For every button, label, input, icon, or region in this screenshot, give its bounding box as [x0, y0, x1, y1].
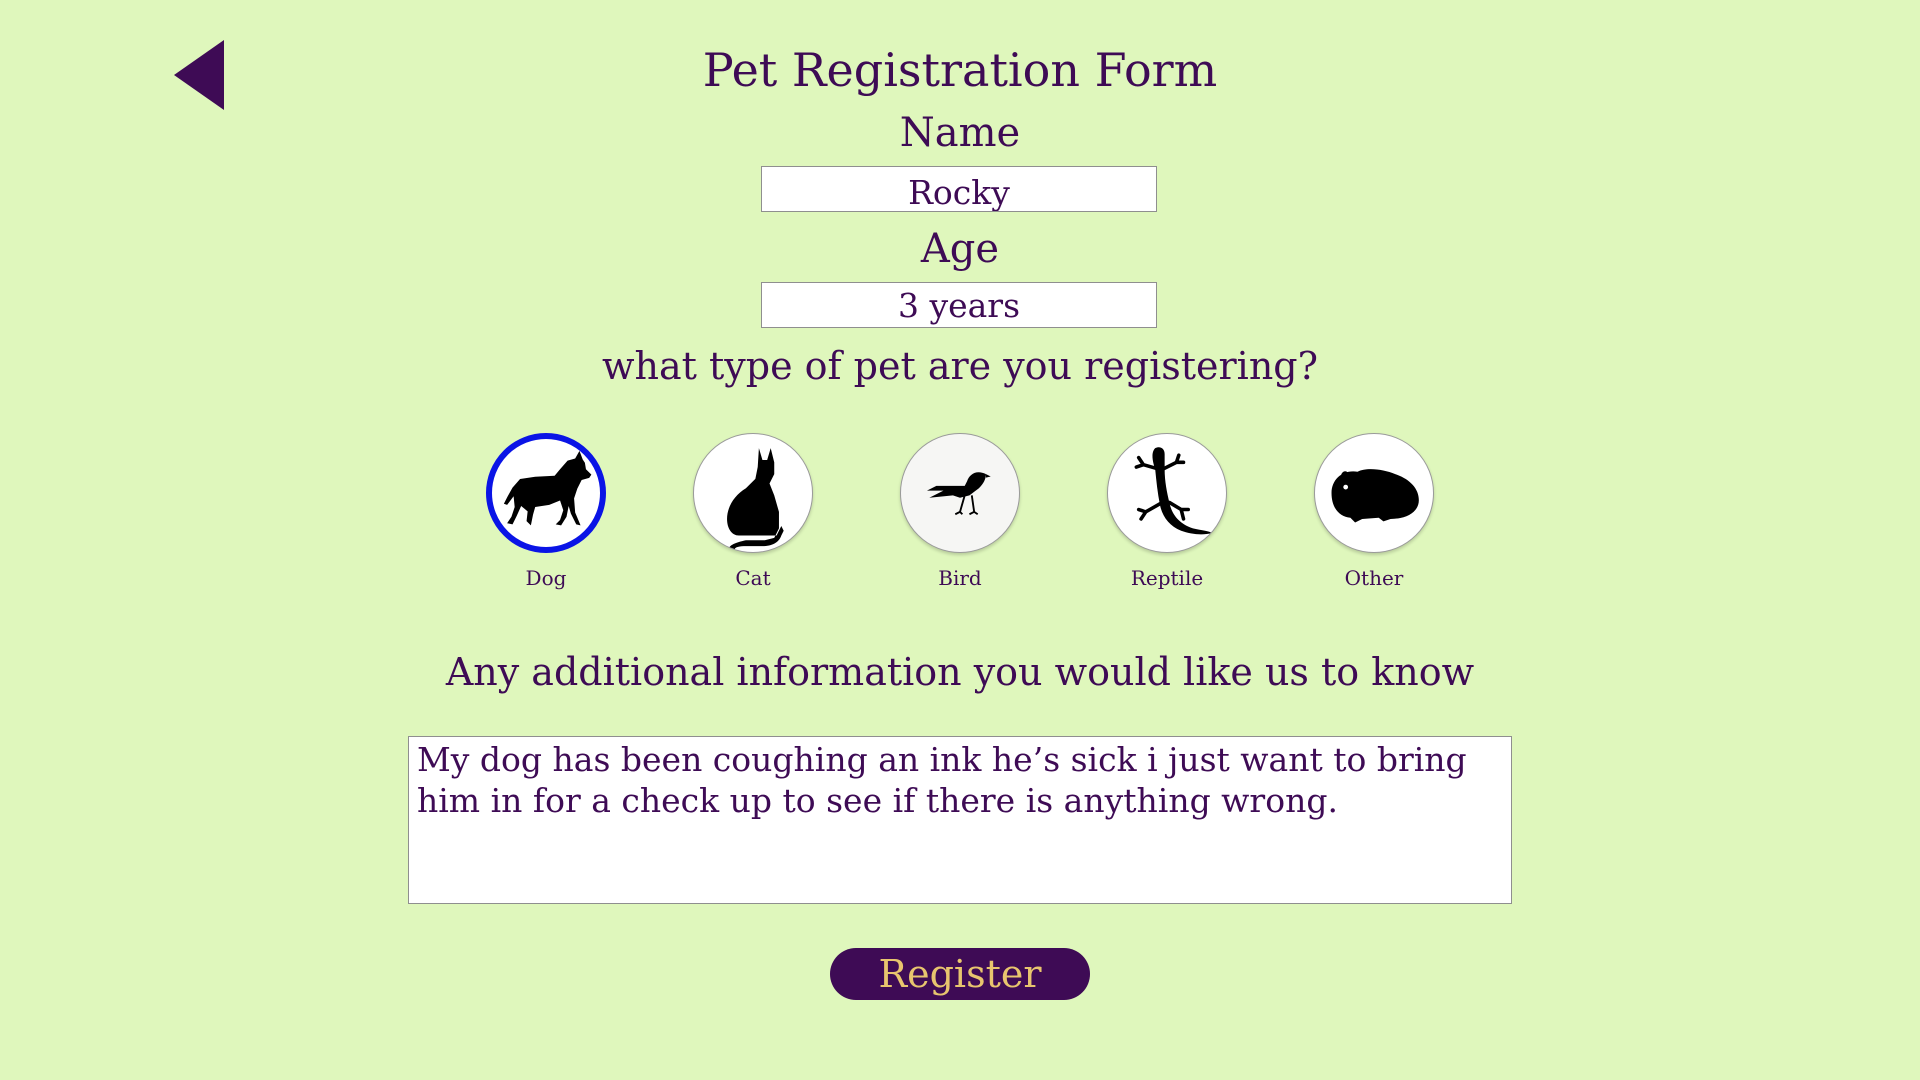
age-input[interactable]	[761, 282, 1157, 328]
pet-option-reptile[interactable]: Reptile	[1107, 433, 1229, 593]
pet-option-dog[interactable]: Dog	[486, 433, 608, 593]
register-button[interactable]: Register	[830, 948, 1090, 1000]
pet-option-bird-circle[interactable]	[900, 433, 1020, 553]
name-input[interactable]	[761, 166, 1157, 212]
pet-option-other-circle[interactable]	[1314, 433, 1434, 553]
lizard-icon	[1134, 447, 1212, 535]
name-label: Name	[899, 110, 1021, 156]
pet-option-other-label: Other	[1344, 566, 1404, 590]
age-label: Age	[920, 226, 1000, 272]
pet-option-bird[interactable]: Bird	[900, 433, 1022, 593]
dog-icon	[503, 450, 592, 526]
additional-info-label: Any additional information you would lik…	[445, 650, 1475, 694]
additional-info-textarea[interactable]: My dog has been coughing an ink he’s sic…	[408, 736, 1512, 904]
pet-option-dog-circle[interactable]	[486, 433, 606, 553]
pet-option-cat[interactable]: Cat	[693, 433, 815, 593]
pet-option-dog-label: Dog	[525, 566, 567, 590]
pet-type-question: what type of pet are you registering?	[602, 344, 1318, 388]
guinea-pig-icon	[1331, 469, 1419, 523]
pet-option-reptile-label: Reptile	[1130, 566, 1204, 590]
page-title: Pet Registration Form	[702, 43, 1218, 97]
bird-icon	[926, 472, 991, 516]
pet-option-reptile-circle[interactable]	[1107, 433, 1227, 553]
pet-option-cat-label: Cat	[735, 566, 771, 590]
cat-icon	[727, 448, 784, 551]
pet-option-cat-circle[interactable]	[693, 433, 813, 553]
pet-option-other[interactable]: Other	[1314, 433, 1436, 593]
pet-option-bird-label: Bird	[938, 566, 982, 590]
